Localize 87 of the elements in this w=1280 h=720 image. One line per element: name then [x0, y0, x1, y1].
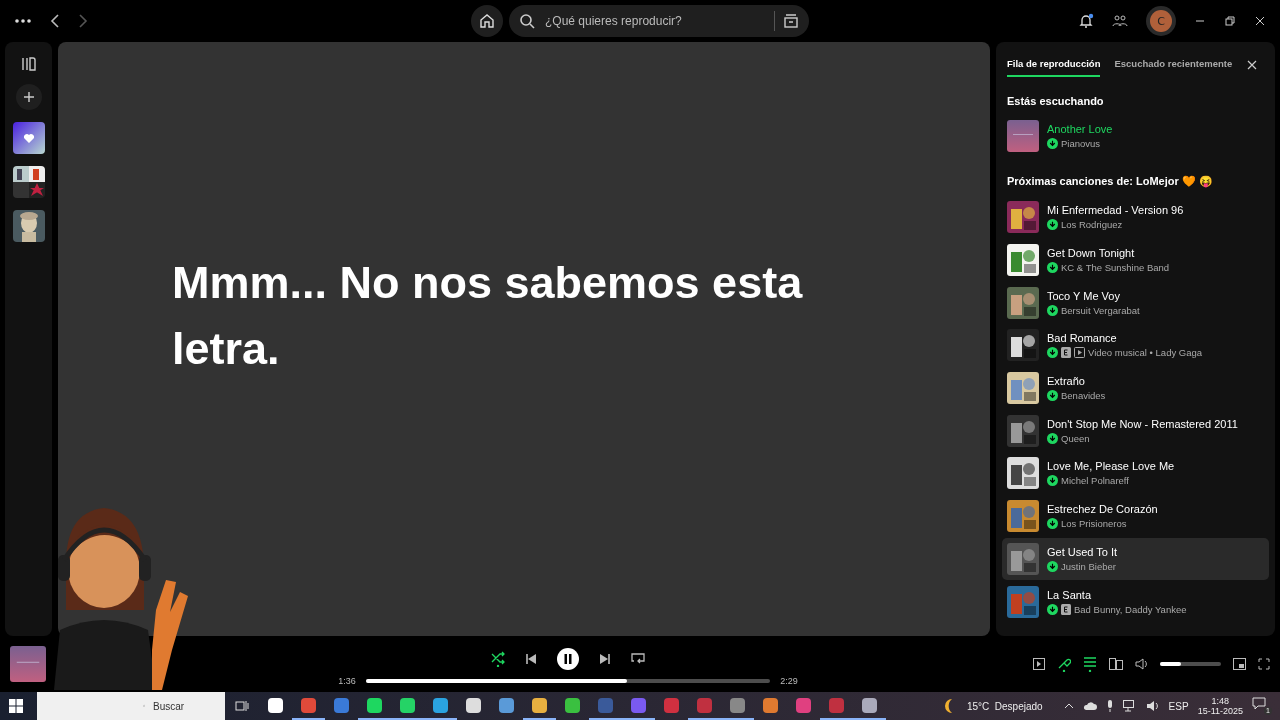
- queue-tab[interactable]: Escuchado recientemente: [1114, 52, 1233, 77]
- track-title[interactable]: Extraño: [1047, 375, 1106, 388]
- home-icon: [479, 13, 495, 29]
- now-playing-view-icon[interactable]: [1033, 658, 1045, 670]
- queue-track-row[interactable]: Don't Stop Me Now - Remastered 2011 Queen: [1002, 409, 1269, 453]
- progress-bar[interactable]: [366, 679, 770, 683]
- bell-icon[interactable]: [1078, 13, 1094, 29]
- track-artist[interactable]: Bad Bunny, Daddy Yankee: [1074, 603, 1187, 615]
- volume-slider[interactable]: [1160, 662, 1221, 666]
- restore-icon[interactable]: [1224, 15, 1236, 27]
- close-icon[interactable]: [1254, 15, 1266, 27]
- elapsed-time: 1:36: [337, 676, 357, 686]
- fullscreen-icon[interactable]: [1258, 658, 1270, 670]
- friends-icon[interactable]: [1112, 13, 1128, 29]
- taskbar-search-bar[interactable]: Buscar: [37, 692, 225, 720]
- weather-text[interactable]: 15°C Despejado: [966, 700, 1043, 712]
- mini-player-icon[interactable]: [1233, 658, 1246, 670]
- track-artist[interactable]: Bersuit Vergarabat: [1061, 304, 1140, 316]
- heart-icon: [22, 132, 35, 144]
- windows-start-icon[interactable]: [9, 699, 23, 713]
- lyrics-unavailable-message: Mmm... No nos sabemos esta letra.: [172, 256, 804, 376]
- shuffle-icon[interactable]: [491, 651, 505, 667]
- microphone-icon[interactable]: [1057, 656, 1071, 672]
- track-artist[interactable]: Queen: [1061, 432, 1090, 444]
- search-icon: [519, 13, 535, 29]
- more-icon[interactable]: [14, 18, 32, 24]
- section-heading: Próximas canciones de: LoMejor 🧡 😝: [1007, 175, 1214, 188]
- queue-track-row[interactable]: Mi Enfermedad - Version 96 Los Rodriguez: [1002, 196, 1269, 239]
- clock-time[interactable]: 1:48: [1211, 696, 1230, 706]
- track-title[interactable]: Estrechez De Corazón: [1047, 503, 1158, 516]
- track-title[interactable]: Another Love: [1047, 123, 1113, 135]
- section-heading: Estás escuchando: [1007, 95, 1105, 107]
- queue-track-row[interactable]: Estrechez De Corazón Los Prisioneros: [1002, 494, 1269, 538]
- queue-track-row[interactable]: La Santa Bad Bunny, Daddy Yankee: [1002, 580, 1269, 623]
- duration-time: 2:29: [779, 676, 799, 686]
- queue-icon[interactable]: [1083, 656, 1097, 672]
- create-button[interactable]: [15, 84, 42, 110]
- track-artist[interactable]: Los Rodriguez: [1061, 219, 1123, 231]
- volume-icon[interactable]: [1135, 658, 1148, 670]
- track-title[interactable]: Get Down Tonight: [1047, 247, 1170, 260]
- previous-icon[interactable]: [525, 653, 537, 665]
- notification-center-icon[interactable]: [1252, 697, 1266, 710]
- microphone-icon[interactable]: [1105, 700, 1114, 712]
- track-artist[interactable]: Benavides: [1061, 390, 1106, 402]
- home-button[interactable]: [471, 5, 503, 37]
- chevron-up-icon[interactable]: [1063, 702, 1074, 710]
- language-indicator[interactable]: ESP: [1168, 700, 1189, 712]
- queue-track-row[interactable]: Extraño Benavides: [1002, 366, 1269, 410]
- track-artist[interactable]: Pianovus: [1061, 138, 1101, 149]
- cloud-icon[interactable]: [1082, 701, 1097, 711]
- close-icon[interactable]: [1247, 59, 1257, 70]
- library-icon[interactable]: [20, 56, 37, 72]
- track-title[interactable]: Toco Y Me Voy: [1047, 289, 1140, 302]
- speaker-icon[interactable]: [1145, 700, 1160, 712]
- queue-tab[interactable]: Fila de reproducción: [1007, 52, 1101, 77]
- pause-icon: [562, 653, 574, 665]
- pause-button[interactable]: [557, 648, 579, 670]
- track-artist[interactable]: KC & The Sunshine Band: [1061, 262, 1170, 274]
- back-icon[interactable]: [50, 14, 60, 28]
- devices-icon[interactable]: [1109, 658, 1123, 670]
- liked-songs-tile[interactable]: [12, 122, 45, 154]
- task-view-icon[interactable]: [235, 699, 249, 713]
- queue-track-row[interactable]: Get Used To It Justin Bieber: [1002, 537, 1269, 581]
- track-title[interactable]: Don't Stop Me Now - Remastered 2011: [1047, 417, 1238, 430]
- track-title[interactable]: Love Me, Please Love Me: [1047, 460, 1175, 473]
- track-artist[interactable]: Justin Bieber: [1061, 560, 1116, 572]
- network-icon[interactable]: [1122, 700, 1137, 712]
- track-artist[interactable]: Michel Polnareff: [1061, 475, 1129, 487]
- clock-date[interactable]: 15-11-2025: [1197, 706, 1243, 716]
- track-title[interactable]: Mi Enfermedad - Version 96: [1047, 204, 1184, 217]
- search-field[interactable]: ¿Qué quieres reproducir?: [543, 13, 766, 29]
- next-icon[interactable]: [599, 653, 611, 665]
- queue-track-row[interactable]: Bad Romance Video musical • Lady Gaga: [1002, 324, 1269, 367]
- queue-track-row[interactable]: Get Down Tonight KC & The Sunshine Band: [1002, 238, 1269, 282]
- taskbar-search-field[interactable]: Buscar: [151, 699, 225, 713]
- browse-icon[interactable]: [783, 13, 799, 29]
- queue-track-row[interactable]: Love Me, Please Love Me Michel Polnareff: [1002, 452, 1269, 495]
- plus-icon: [22, 91, 35, 103]
- user-avatar[interactable]: C: [1150, 10, 1172, 32]
- track-artist[interactable]: Video musical • Lady Gaga: [1088, 347, 1203, 359]
- track-title[interactable]: Bad Romance: [1047, 332, 1203, 345]
- track-title[interactable]: Get Used To It: [1047, 545, 1118, 558]
- queue-track-row[interactable]: Toco Y Me Voy Bersuit Vergarabat: [1002, 281, 1269, 325]
- search-bar[interactable]: ¿Qué quieres reproducir?: [509, 5, 809, 37]
- forward-icon[interactable]: [78, 14, 88, 28]
- track-title[interactable]: La Santa: [1047, 588, 1187, 601]
- track-artist[interactable]: Los Prisioneros: [1061, 518, 1127, 530]
